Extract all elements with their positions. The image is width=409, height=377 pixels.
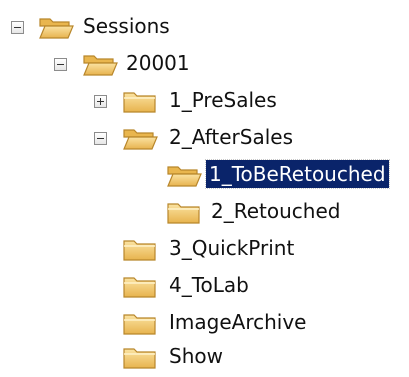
tree-node-label: 4_ToLab [169,273,249,297]
tree-node-1-toberetouched[interactable]: 1_ToBeRetouched [0,159,409,194]
folder-tree: Sessions 20001 1_PreSales 2_AfterSales 1… [0,0,409,377]
tree-node-label: 2_Retouched [211,199,341,223]
tree-node-2-aftersales[interactable]: 2_AfterSales [0,123,320,157]
tree-node-label: 1_PreSales [169,88,277,112]
folder-icon [122,344,158,370]
tree-node-2-retouched[interactable]: 2_Retouched [0,197,380,231]
tree-node-label: 20001 [126,51,190,75]
tree-node-imagearchive[interactable]: ImageArchive [0,308,340,342]
tree-node-label: Sessions [83,14,170,38]
folder-icon [166,199,202,225]
folder-icon [122,236,158,262]
tree-node-4-tolab[interactable]: 4_ToLab [0,271,300,305]
tree-node-label: Show [169,344,223,368]
expand-toggle[interactable] [94,95,107,108]
folder-open-icon [166,162,202,188]
folder-open-icon [38,14,74,40]
tree-node-sessions[interactable]: Sessions [0,12,200,46]
tree-node-3-quickprint[interactable]: 3_QuickPrint [0,234,320,268]
tree-node-20001[interactable]: 20001 [0,49,200,83]
tree-node-label-selected: 1_ToBeRetouched [205,159,390,189]
collapse-toggle[interactable] [94,132,107,145]
folder-icon [122,310,158,336]
collapse-toggle[interactable] [54,58,67,71]
tree-node-1-presales[interactable]: 1_PreSales [0,86,300,120]
tree-node-label: 2_AfterSales [169,125,293,149]
folder-icon [122,88,158,114]
folder-icon [122,273,158,299]
folder-open-icon [122,125,158,151]
collapse-toggle[interactable] [11,21,24,34]
folder-open-icon [82,51,118,77]
tree-node-label: 3_QuickPrint [169,236,295,260]
tree-node-label: ImageArchive [169,310,307,334]
tree-node-show[interactable]: Show [0,342,260,376]
